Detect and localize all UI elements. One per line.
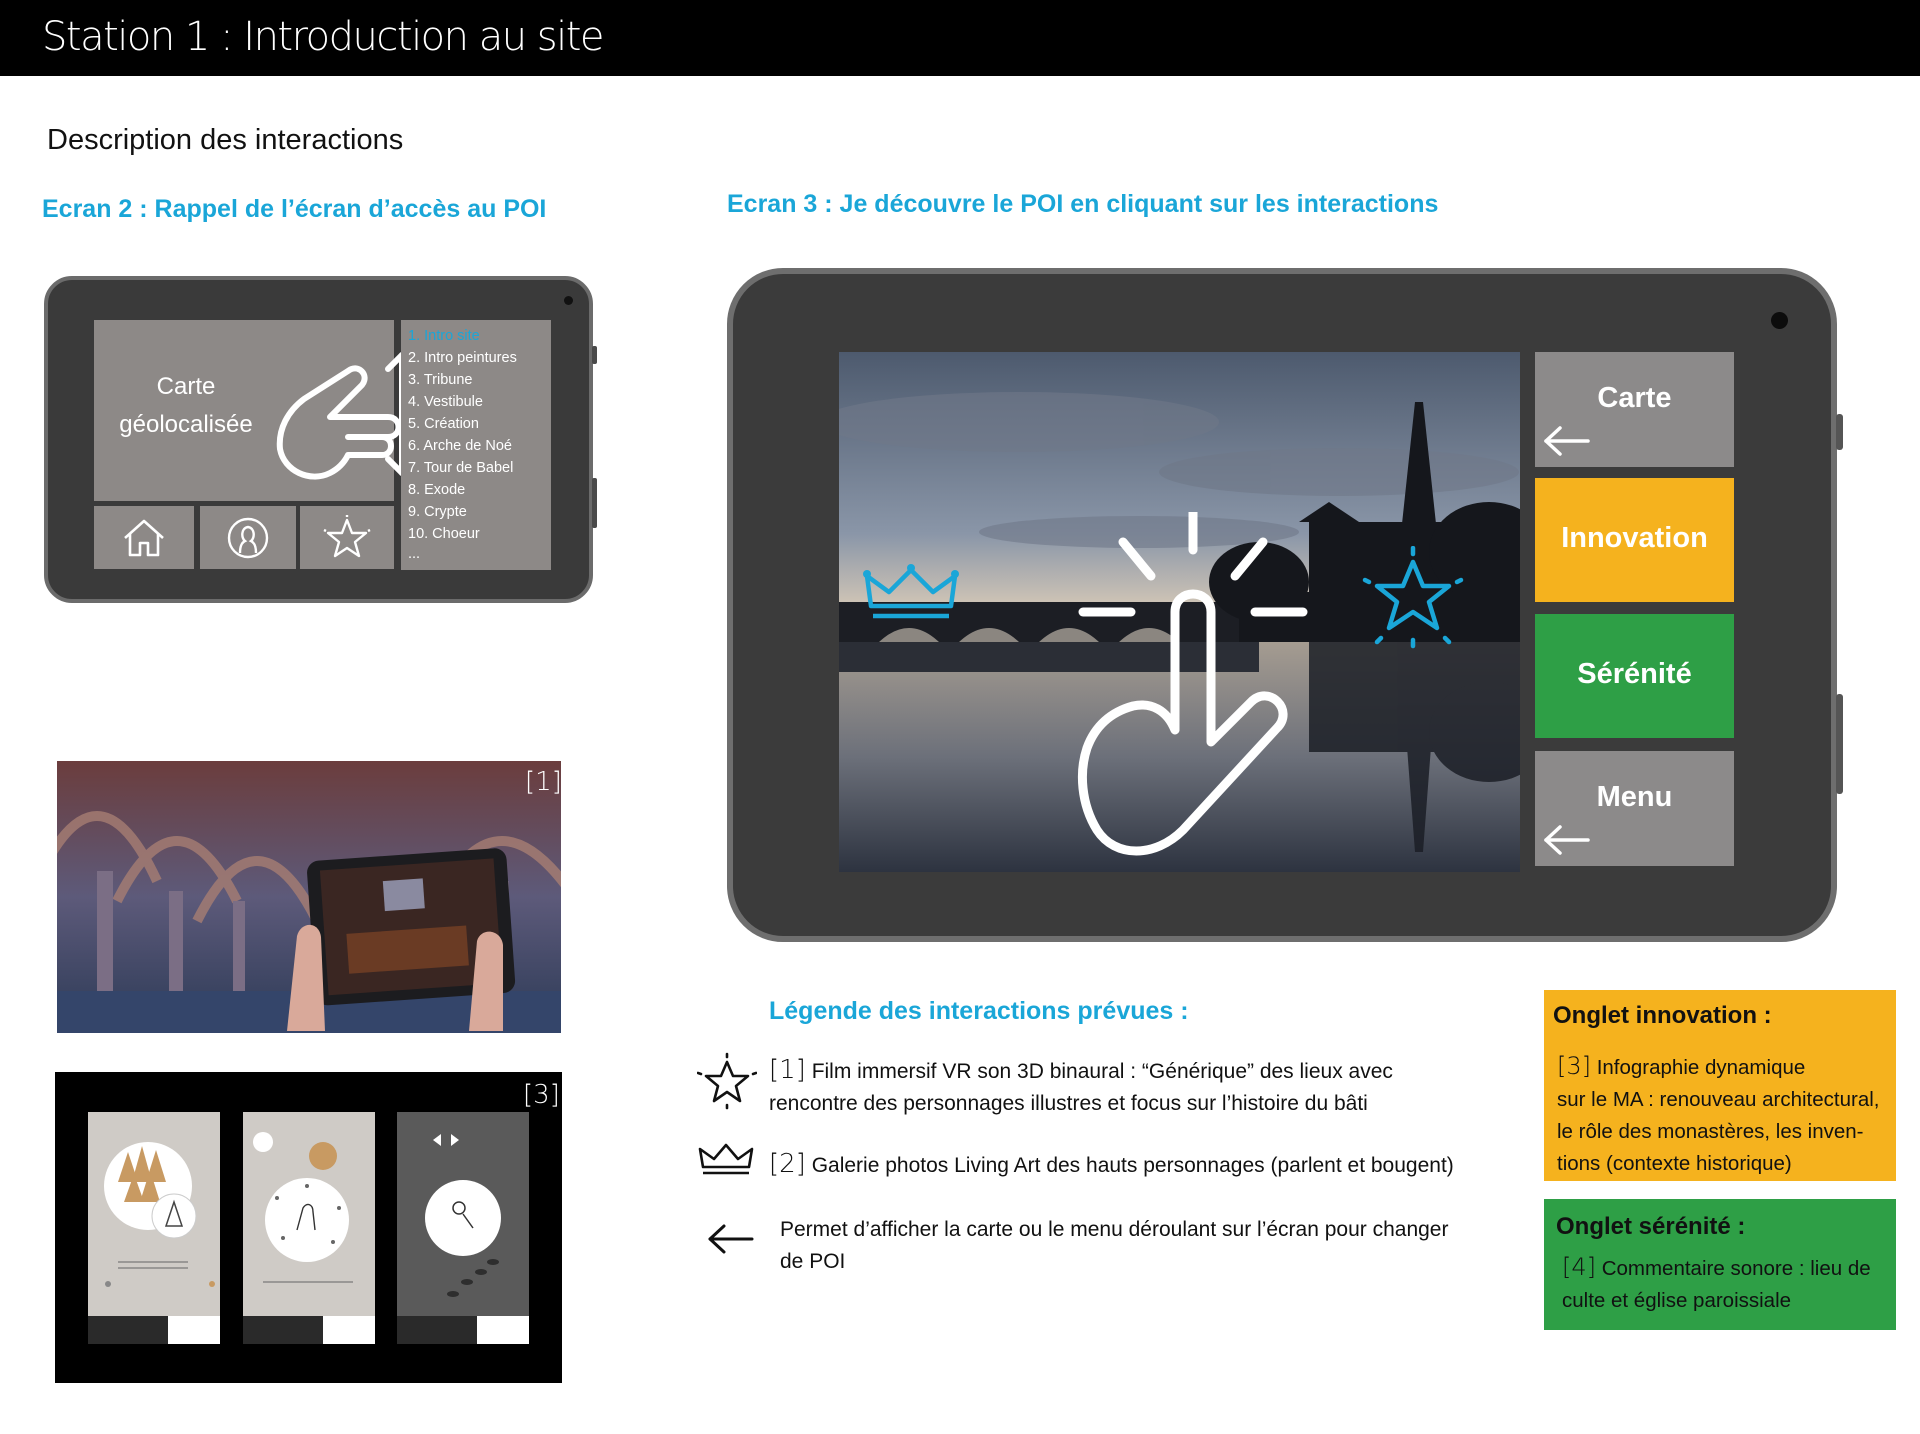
- slide: Station 1 : Introduction au site Descrip…: [0, 0, 1920, 1434]
- ecran3-title: Ecran 3 : Je découvre le POI en cliquant…: [727, 190, 1439, 218]
- list-item[interactable]: 4. Vestibule: [408, 394, 483, 410]
- list-item[interactable]: 3. Tribune: [408, 372, 473, 388]
- profile-button[interactable]: [200, 506, 296, 569]
- side-button: [592, 346, 597, 364]
- infographic-screen-3: [397, 1134, 529, 1344]
- favorites-button[interactable]: [300, 506, 394, 569]
- carte-button[interactable]: Carte: [1535, 352, 1734, 467]
- star-interaction-icon[interactable]: [1361, 546, 1465, 650]
- menu-button[interactable]: Menu: [1535, 751, 1734, 866]
- phone-screen: [397, 1112, 529, 1344]
- side-button: [1836, 414, 1843, 450]
- star-icon: [697, 1052, 757, 1110]
- home-icon: [124, 519, 164, 556]
- innovation-button[interactable]: Innovation: [1535, 478, 1734, 602]
- list-item[interactable]: 5. Création: [408, 416, 479, 432]
- serenite-button[interactable]: Sérénité: [1535, 614, 1734, 738]
- photo-tag: [1]: [525, 767, 561, 797]
- home-button[interactable]: [94, 506, 194, 569]
- infographic-screen-1: [88, 1142, 220, 1344]
- crown-icon: [698, 1143, 754, 1175]
- list-item[interactable]: 6. Arche de Noé: [408, 438, 512, 454]
- crown-icon[interactable]: [863, 562, 959, 622]
- legend-item-1: [1] Film immersif VR son 3D binaural : “…: [769, 1055, 1393, 1115]
- list-item[interactable]: 2. Intro peintures: [408, 350, 517, 366]
- infographic-preview: [3]: [55, 1072, 562, 1383]
- user-icon: [227, 517, 269, 558]
- list-item[interactable]: 7. Tour de Babel: [408, 460, 513, 476]
- onglet-innovation-box: Onglet innovation : [3] Infographie dyna…: [1544, 990, 1896, 1181]
- star-icon: [323, 514, 371, 557]
- photo-vr-tablet-image: [57, 761, 561, 1033]
- onglet-innovation-title: Onglet innovation :: [1553, 1002, 1772, 1029]
- ecran2-title: Ecran 2 : Rappel de l’écran d’accès au P…: [42, 195, 547, 223]
- infographic-screen-2: [243, 1132, 375, 1344]
- left-arrow-icon: [1544, 825, 1590, 855]
- phone-screen: [88, 1112, 220, 1344]
- onglet-innovation-text: [3] Infographie dynamique sur le MA : re…: [1557, 1052, 1880, 1175]
- poi-photo-screen[interactable]: [839, 352, 1520, 872]
- list-item[interactable]: ...: [408, 546, 420, 562]
- description-heading: Description des interactions: [47, 124, 404, 156]
- left-arrow-icon: [1544, 426, 1590, 456]
- onglet-serenite-box: Onglet sérénité : [4] Commentaire sonore…: [1544, 1199, 1896, 1330]
- list-item[interactable]: 9. Crypte: [408, 504, 467, 520]
- poi-list[interactable]: 1. Intro site 2. Intro peintures 3. Trib…: [401, 320, 551, 570]
- phone-screen: [243, 1112, 375, 1344]
- camera-dot: [564, 296, 573, 305]
- side-button: [592, 478, 597, 528]
- onglet-serenite-title: Onglet sérénité :: [1556, 1213, 1746, 1240]
- tablet-ecran2: Carte géolocalisée 1. Intro site 2. Intr…: [44, 276, 597, 603]
- legend-item-3: Permet d’afficher la carte ou le menu dé…: [780, 1218, 1449, 1273]
- side-button: [1836, 694, 1843, 794]
- camera-dot: [1771, 312, 1788, 329]
- left-arrow-icon: [708, 1224, 754, 1254]
- list-item[interactable]: 8. Exode: [408, 482, 465, 498]
- list-item[interactable]: 10. Choeur: [408, 526, 480, 542]
- header-bar: Station 1 : Introduction au site: [0, 0, 1920, 76]
- list-item[interactable]: 1. Intro site: [408, 328, 480, 344]
- tablet-ecran3: Carte Innovation Sérénité Menu: [727, 268, 1843, 942]
- legend-title: Légende des interactions prévues :: [769, 997, 1189, 1025]
- map-label: Carte géolocalisée: [119, 373, 253, 438]
- legend-item-2: [2] Galerie photos Living Art des hauts …: [769, 1149, 1454, 1179]
- onglet-serenite-text: [4] Commentaire sonore : lieu de culte e…: [1562, 1253, 1871, 1312]
- tap-gesture-icon: [1077, 512, 1308, 856]
- photo-tag: [3]: [523, 1080, 560, 1110]
- page-title: Station 1 : Introduction au site: [42, 14, 605, 60]
- photo-vr-tablet: [1]: [57, 761, 561, 1033]
